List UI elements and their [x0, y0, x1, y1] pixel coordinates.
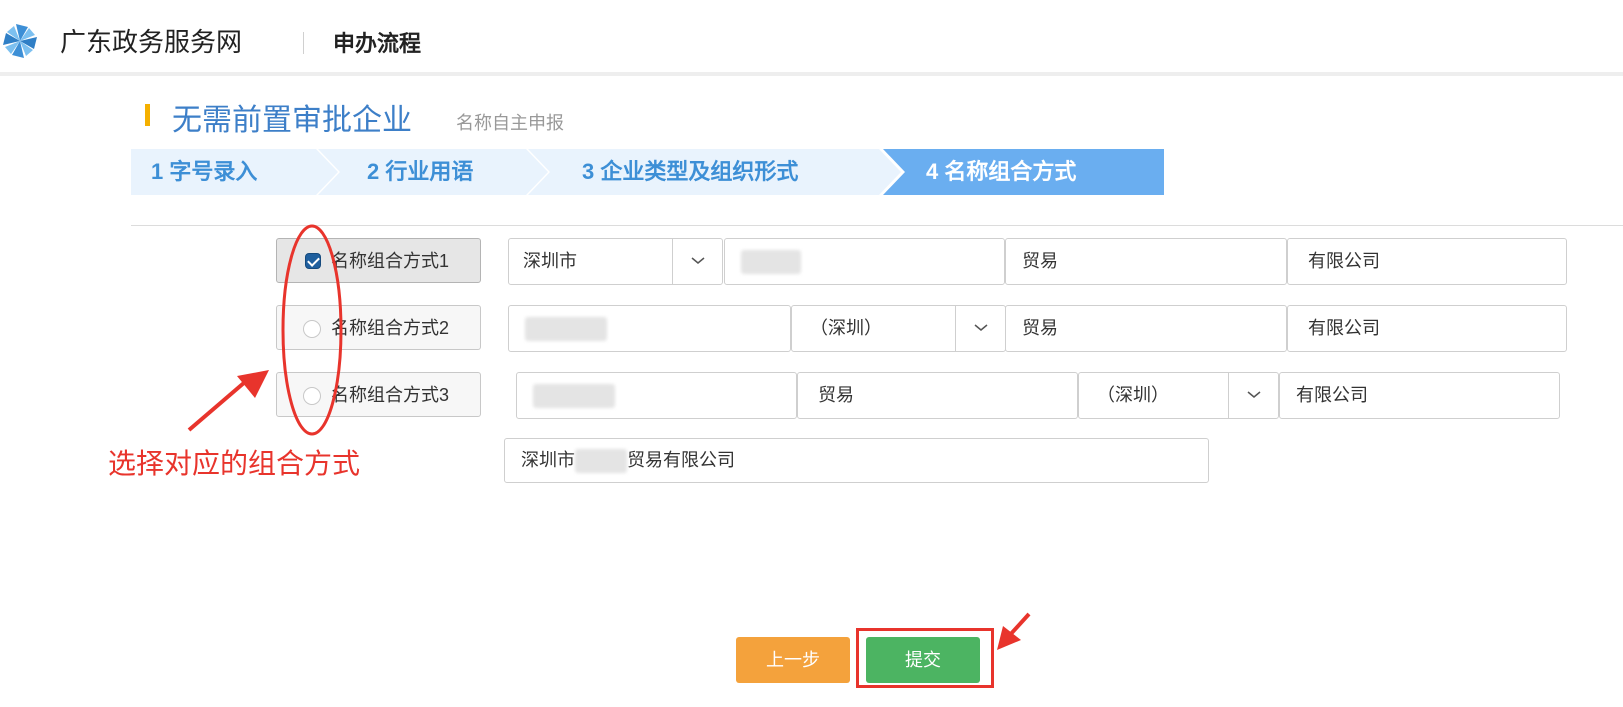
option-2-region-select[interactable]: （深圳）: [791, 305, 1006, 352]
annotation-arrow-icon: [187, 370, 269, 432]
option-2-orgform-field[interactable]: 有限公司: [1287, 305, 1567, 352]
option-1-region-select[interactable]: 深圳市: [508, 238, 723, 285]
option-3-industry-value: 贸易: [818, 385, 854, 405]
option-2-brand-field[interactable]: [508, 305, 791, 352]
option-2-industry-field[interactable]: 贸易: [1005, 305, 1287, 352]
option-3-orgform-value: 有限公司: [1296, 385, 1368, 405]
chevron-down-icon[interactable]: [1228, 373, 1278, 418]
annotation-text: 选择对应的组合方式: [108, 448, 361, 479]
submit-highlight-box: [856, 628, 994, 688]
step-2-label: 2 行业用语: [367, 159, 474, 184]
result-suffix: 贸易有限公司: [627, 450, 735, 470]
previous-step-button[interactable]: 上一步: [736, 637, 850, 683]
option-3-region-select[interactable]: （深圳）: [1078, 372, 1279, 419]
site-name[interactable]: 广东政务服务网: [60, 26, 242, 58]
section-divider: [131, 225, 1623, 226]
title-accent-bar: [145, 104, 150, 126]
option-3-industry-field[interactable]: 贸易: [797, 372, 1078, 419]
page-subtitle: 名称自主申报: [456, 113, 564, 133]
option-1-industry-value: 贸易: [1022, 251, 1058, 271]
option-3-region-value: （深圳）: [1097, 385, 1169, 405]
option-2-region-value: （深圳）: [810, 318, 882, 338]
option-2-orgform-value: 有限公司: [1308, 318, 1380, 338]
header-section-title: 申办流程: [333, 31, 422, 56]
step-1-label: 1 字号录入: [151, 159, 258, 184]
redacted-brand-name: [741, 250, 801, 275]
option-3-orgform-field[interactable]: 有限公司: [1279, 372, 1560, 419]
option-1-orgform-value: 有限公司: [1308, 251, 1380, 271]
header-divider: [303, 32, 304, 54]
redacted-brand-name: [525, 317, 607, 342]
option-1-brand-field[interactable]: [724, 238, 1005, 285]
redacted-brand-name: [575, 449, 627, 474]
option-1-industry-field[interactable]: 贸易: [1005, 238, 1287, 285]
result-name-field: 深圳市 贸易有限公司: [504, 438, 1209, 483]
submit-arrow-icon: [997, 612, 1031, 650]
site-header: 广东政务服务网 申办流程: [0, 0, 1623, 76]
option-1-orgform-field[interactable]: 有限公司: [1287, 238, 1567, 285]
step-4-label: 4 名称组合方式: [926, 159, 1077, 184]
page-title: 无需前置审批企业: [172, 104, 412, 137]
option-2-industry-value: 贸易: [1022, 318, 1058, 338]
option-1-region-value: 深圳市: [523, 251, 577, 271]
step-progress-bar: 1 字号录入 2 行业用语 3 企业类型及组织形式 4 名称组合方式: [131, 149, 1164, 195]
pinwheel-logo-icon[interactable]: [0, 22, 46, 60]
step-3-label: 3 企业类型及组织形式: [582, 159, 799, 184]
result-prefix: 深圳市: [521, 450, 575, 470]
option-3-brand-field[interactable]: [516, 372, 797, 419]
redacted-brand-name: [533, 384, 615, 409]
chevron-down-icon[interactable]: [955, 306, 1005, 351]
annotation-ellipse: [281, 224, 343, 436]
chevron-down-icon[interactable]: [672, 239, 722, 284]
